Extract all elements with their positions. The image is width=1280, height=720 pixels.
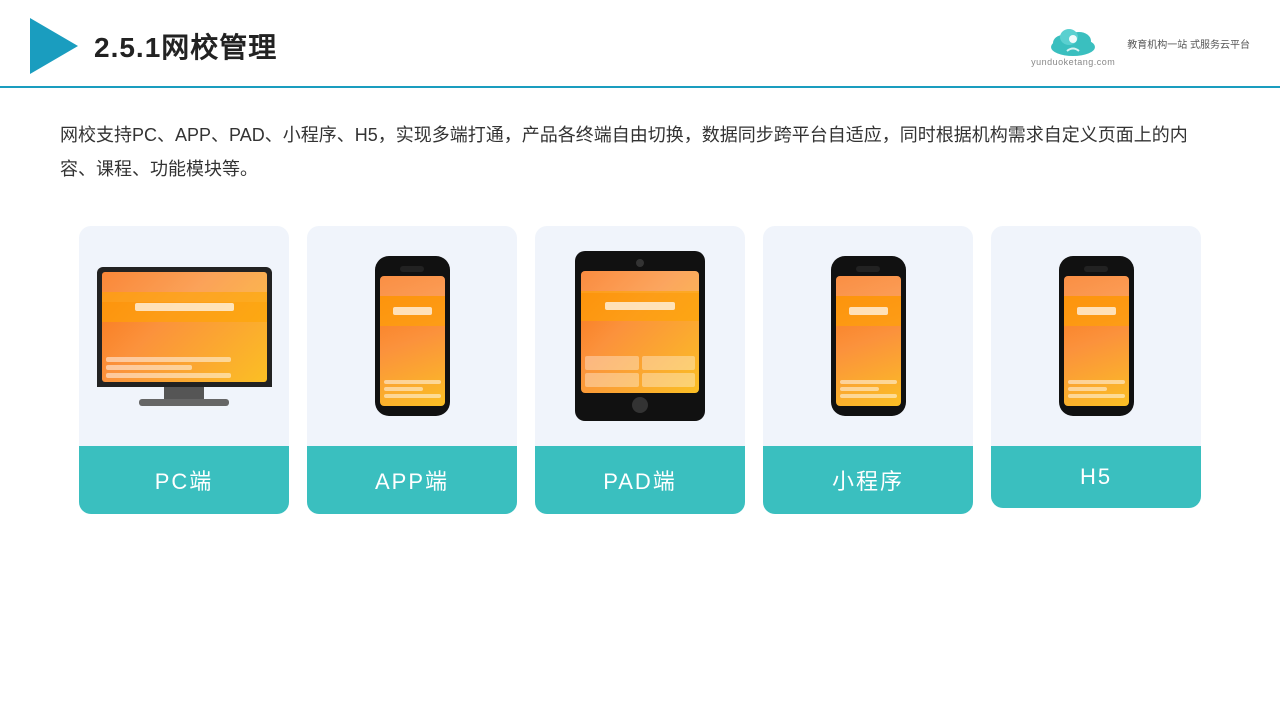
description-text: 网校支持PC、APP、PAD、小程序、H5，实现多端打通，产品各终端自由切换，数…	[0, 88, 1280, 196]
card-app-label: APP端	[307, 446, 517, 514]
brand-tagline: 教育机构一站 式服务云平台	[1127, 39, 1250, 53]
header-right: yunduoketang.com 教育机构一站 式服务云平台	[1031, 25, 1250, 67]
card-pad: PAD端	[535, 226, 745, 514]
card-h5: H5	[991, 226, 1201, 508]
phone-app-mockup	[375, 256, 450, 416]
header: 2.5.1网校管理 yunduoketang.com 教育机构一站 式服务云平台	[0, 0, 1280, 88]
brand-url: yunduoketang.com	[1031, 57, 1115, 67]
card-miniprogram: 小程序	[763, 226, 973, 514]
card-pad-label: PAD端	[535, 446, 745, 514]
card-miniprogram-label: 小程序	[763, 446, 973, 514]
card-pc: PC端	[79, 226, 289, 514]
cards-container: PC端 APP端	[0, 196, 1280, 544]
card-pad-image	[535, 226, 745, 446]
card-h5-label: H5	[991, 446, 1201, 508]
phone-mini-mockup	[831, 256, 906, 416]
card-miniprogram-image	[763, 226, 973, 446]
pc-mockup	[97, 267, 272, 406]
page-title: 2.5.1网校管理	[94, 26, 277, 66]
card-pc-image	[79, 226, 289, 446]
phone-h5-mockup	[1059, 256, 1134, 416]
tablet-mockup	[575, 251, 705, 421]
logo-triangle-icon	[30, 18, 78, 74]
card-h5-image	[991, 226, 1201, 446]
brand-logo: yunduoketang.com	[1031, 25, 1115, 67]
header-left: 2.5.1网校管理	[30, 18, 277, 74]
card-app: APP端	[307, 226, 517, 514]
card-app-image	[307, 226, 517, 446]
card-pc-label: PC端	[79, 446, 289, 514]
cloud-logo-icon	[1047, 25, 1099, 57]
